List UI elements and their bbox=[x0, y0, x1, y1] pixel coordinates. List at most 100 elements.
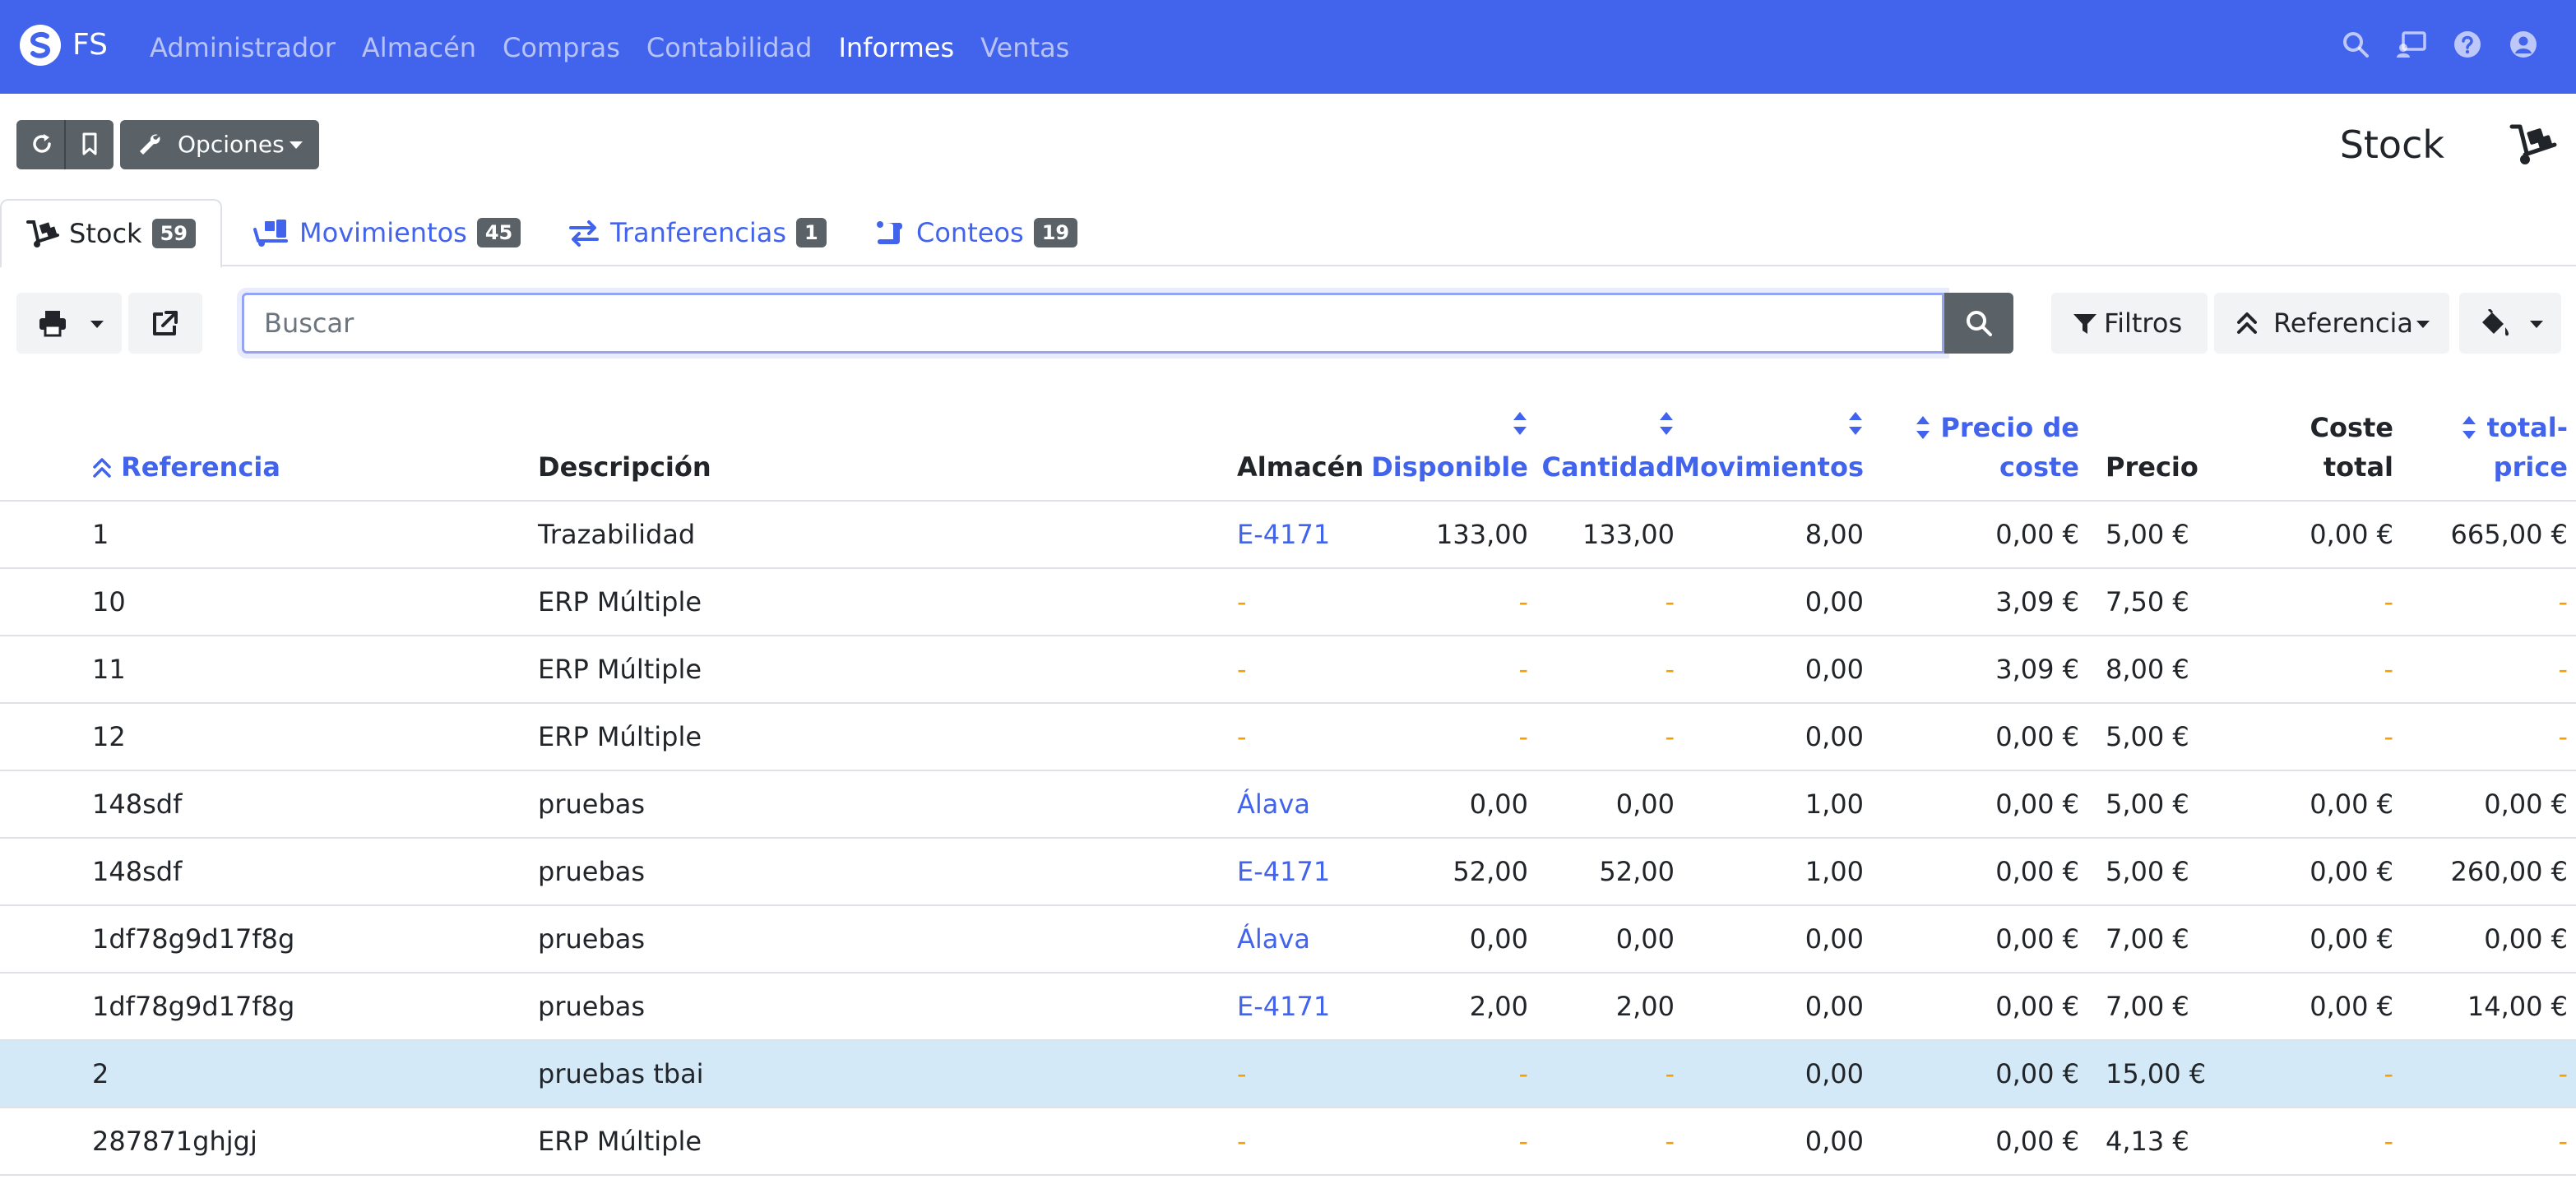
header-label: price bbox=[2493, 451, 2568, 483]
options-label: Opciones bbox=[178, 131, 285, 158]
cell-ref: 10 bbox=[92, 586, 126, 617]
column-header-disponible[interactable]: Disponible bbox=[1371, 408, 1528, 487]
cell-desc: pruebas bbox=[538, 991, 646, 1022]
table-row[interactable]: 10 ERP Múltiple - - - 0,00 3,09 € 7,50 € - - bbox=[0, 569, 2576, 636]
table-row[interactable]: 1 Trazabilidad E-4171 133,00 133,00 8,00 0,00 … bbox=[0, 502, 2576, 569]
column-header-referencia[interactable]: Referencia bbox=[92, 447, 280, 487]
tab-tranferencias[interactable]: Tranferencias 1 bbox=[543, 199, 851, 266]
search-input[interactable] bbox=[242, 293, 1944, 354]
cell-cantidad: - bbox=[1665, 721, 1675, 752]
cell-disponible: 2,00 bbox=[1469, 991, 1528, 1022]
cell-desc: pruebas bbox=[538, 856, 646, 887]
table-row[interactable]: 148sdf pruebas Álava 0,00 0,00 1,00 0,00 € 5,00… bbox=[0, 771, 2576, 839]
table-row[interactable]: 148sdf pruebas E-4171 52,00 52,00 1,00 0,00 € 5… bbox=[0, 839, 2576, 906]
table-row[interactable]: 2 pruebas tbai - - - 0,00 0,00 € 15,00 € - - bbox=[0, 1041, 2576, 1108]
cell-cantidad: 0,00 bbox=[1615, 923, 1675, 955]
cell-precio: 5,00 € bbox=[2106, 856, 2189, 887]
dolly-icon bbox=[26, 220, 59, 247]
cell-ref: 2 bbox=[92, 1058, 109, 1089]
column-header-cantidad[interactable]: Cantidad bbox=[1541, 408, 1675, 487]
cell-almacen[interactable]: E-4171 bbox=[1237, 502, 1330, 567]
tab-conteos[interactable]: Conteos 19 bbox=[849, 199, 1102, 266]
menu-compras[interactable]: Compras bbox=[503, 25, 620, 71]
cell-desc: pruebas tbai bbox=[538, 1058, 704, 1089]
cell-coste-total: 0,00 € bbox=[2310, 856, 2393, 887]
menu-almacen[interactable]: Almacén bbox=[362, 25, 476, 71]
cell-total-price: 260,00 € bbox=[2450, 856, 2569, 887]
cell-desc: ERP Múltiple bbox=[538, 654, 702, 685]
cell-movimientos: 1,00 bbox=[1805, 856, 1864, 887]
cell-coste-total: 0,00 € bbox=[2310, 789, 2393, 820]
cell-almacen[interactable]: Álava bbox=[1237, 771, 1310, 837]
tab-movimientos[interactable]: Movimientos 45 bbox=[229, 199, 545, 266]
cell-precio: 7,00 € bbox=[2106, 991, 2189, 1022]
cell-cantidad: 0,00 bbox=[1615, 789, 1675, 820]
chevron-down-icon bbox=[2530, 321, 2543, 328]
cell-cantidad: 52,00 bbox=[1599, 856, 1675, 887]
sort-icon bbox=[1916, 416, 1930, 439]
cell-disponible: - bbox=[1518, 654, 1528, 685]
search-button[interactable] bbox=[1944, 293, 2013, 354]
cell-total-price: - bbox=[2558, 721, 2568, 752]
cell-total-price: 665,00 € bbox=[2450, 519, 2569, 550]
tab-label: Conteos bbox=[916, 217, 1024, 248]
tab-label: Movimientos bbox=[299, 217, 467, 248]
filters-button[interactable]: Filtros bbox=[2051, 293, 2208, 354]
table-row[interactable]: 1df78g9d17f8g pruebas Álava 0,00 0,00 0,00 0,0… bbox=[0, 906, 2576, 974]
order-by-label: Referencia bbox=[2273, 308, 2413, 339]
cell-coste: 0,00 € bbox=[1995, 721, 2079, 752]
tab-stock[interactable]: Stock 59 bbox=[0, 199, 222, 268]
cell-desc: pruebas bbox=[538, 789, 646, 820]
menu-ventas[interactable]: Ventas bbox=[980, 25, 1069, 71]
sort-icon bbox=[1660, 412, 1673, 435]
header-label: Precio de bbox=[1940, 412, 2079, 443]
cell-disponible: - bbox=[1518, 1058, 1528, 1089]
main-menu: Administrador Almacén Compras Contabilid… bbox=[150, 25, 1069, 71]
count-badge: 1 bbox=[796, 218, 827, 247]
cell-cantidad: - bbox=[1665, 1126, 1675, 1157]
cell-almacen[interactable]: E-4171 bbox=[1237, 839, 1330, 904]
cell-almacen: - bbox=[1237, 721, 1247, 752]
count-badge: 45 bbox=[476, 218, 521, 247]
cell-coste: 0,00 € bbox=[1995, 1126, 2079, 1157]
cell-disponible: 133,00 bbox=[1436, 519, 1528, 550]
table-row[interactable]: 11 ERP Múltiple - - - 0,00 3,09 € 8,00 € - - bbox=[0, 636, 2576, 704]
tv-user-icon[interactable] bbox=[2395, 28, 2428, 61]
options-button[interactable]: Opciones bbox=[120, 120, 319, 169]
cell-coste: 0,00 € bbox=[1995, 519, 2079, 550]
menu-administrador[interactable]: Administrador bbox=[150, 25, 336, 71]
cell-almacen: - bbox=[1237, 586, 1247, 617]
cell-ref: 287871ghjgj bbox=[92, 1126, 257, 1157]
cell-total-price: 14,00 € bbox=[2467, 991, 2568, 1022]
column-header-total-price[interactable]: total- price bbox=[2461, 408, 2568, 487]
table-row[interactable]: 12 ERP Múltiple - - - 0,00 0,00 € 5,00 € - - bbox=[0, 704, 2576, 771]
color-button[interactable] bbox=[2459, 293, 2561, 354]
table-row[interactable]: 287871ghjgj ERP Múltiple - - - 0,00 0,00 € 4,13… bbox=[0, 1108, 2576, 1176]
wrench-icon bbox=[140, 134, 160, 155]
reload-icon[interactable] bbox=[30, 132, 54, 156]
facturascripts-logo-icon[interactable] bbox=[20, 25, 61, 66]
brand-name[interactable]: FS bbox=[72, 25, 108, 66]
cell-cantidad: 2,00 bbox=[1615, 991, 1675, 1022]
search-icon[interactable] bbox=[2339, 28, 2372, 61]
cell-cantidad: 133,00 bbox=[1582, 519, 1675, 550]
question-icon[interactable] bbox=[2451, 28, 2484, 61]
filters-label: Filtros bbox=[2104, 308, 2183, 339]
table-row[interactable]: 1df78g9d17f8g pruebas E-4171 2,00 2,00 0,00 0,… bbox=[0, 974, 2576, 1041]
user-circle-icon[interactable] bbox=[2507, 28, 2540, 61]
cell-total-price: - bbox=[2558, 654, 2568, 685]
bookmark-icon[interactable] bbox=[77, 132, 102, 156]
sort-icon bbox=[1513, 412, 1527, 435]
external-link-icon bbox=[153, 311, 178, 335]
print-button[interactable] bbox=[16, 293, 122, 354]
menu-contabilidad[interactable]: Contabilidad bbox=[646, 25, 813, 71]
column-header-movimientos[interactable]: Movimientos bbox=[1674, 408, 1864, 487]
order-by-button[interactable]: Referencia bbox=[2214, 293, 2449, 354]
filter-icon bbox=[2073, 314, 2096, 334]
cell-almacen[interactable]: E-4171 bbox=[1237, 974, 1330, 1039]
export-button[interactable] bbox=[128, 293, 202, 354]
cell-almacen[interactable]: Álava bbox=[1237, 906, 1310, 972]
column-header-precio-coste[interactable]: Precio de coste bbox=[1915, 408, 2079, 487]
menu-informes[interactable]: Informes bbox=[838, 25, 954, 71]
cell-coste: 0,00 € bbox=[1995, 789, 2079, 820]
